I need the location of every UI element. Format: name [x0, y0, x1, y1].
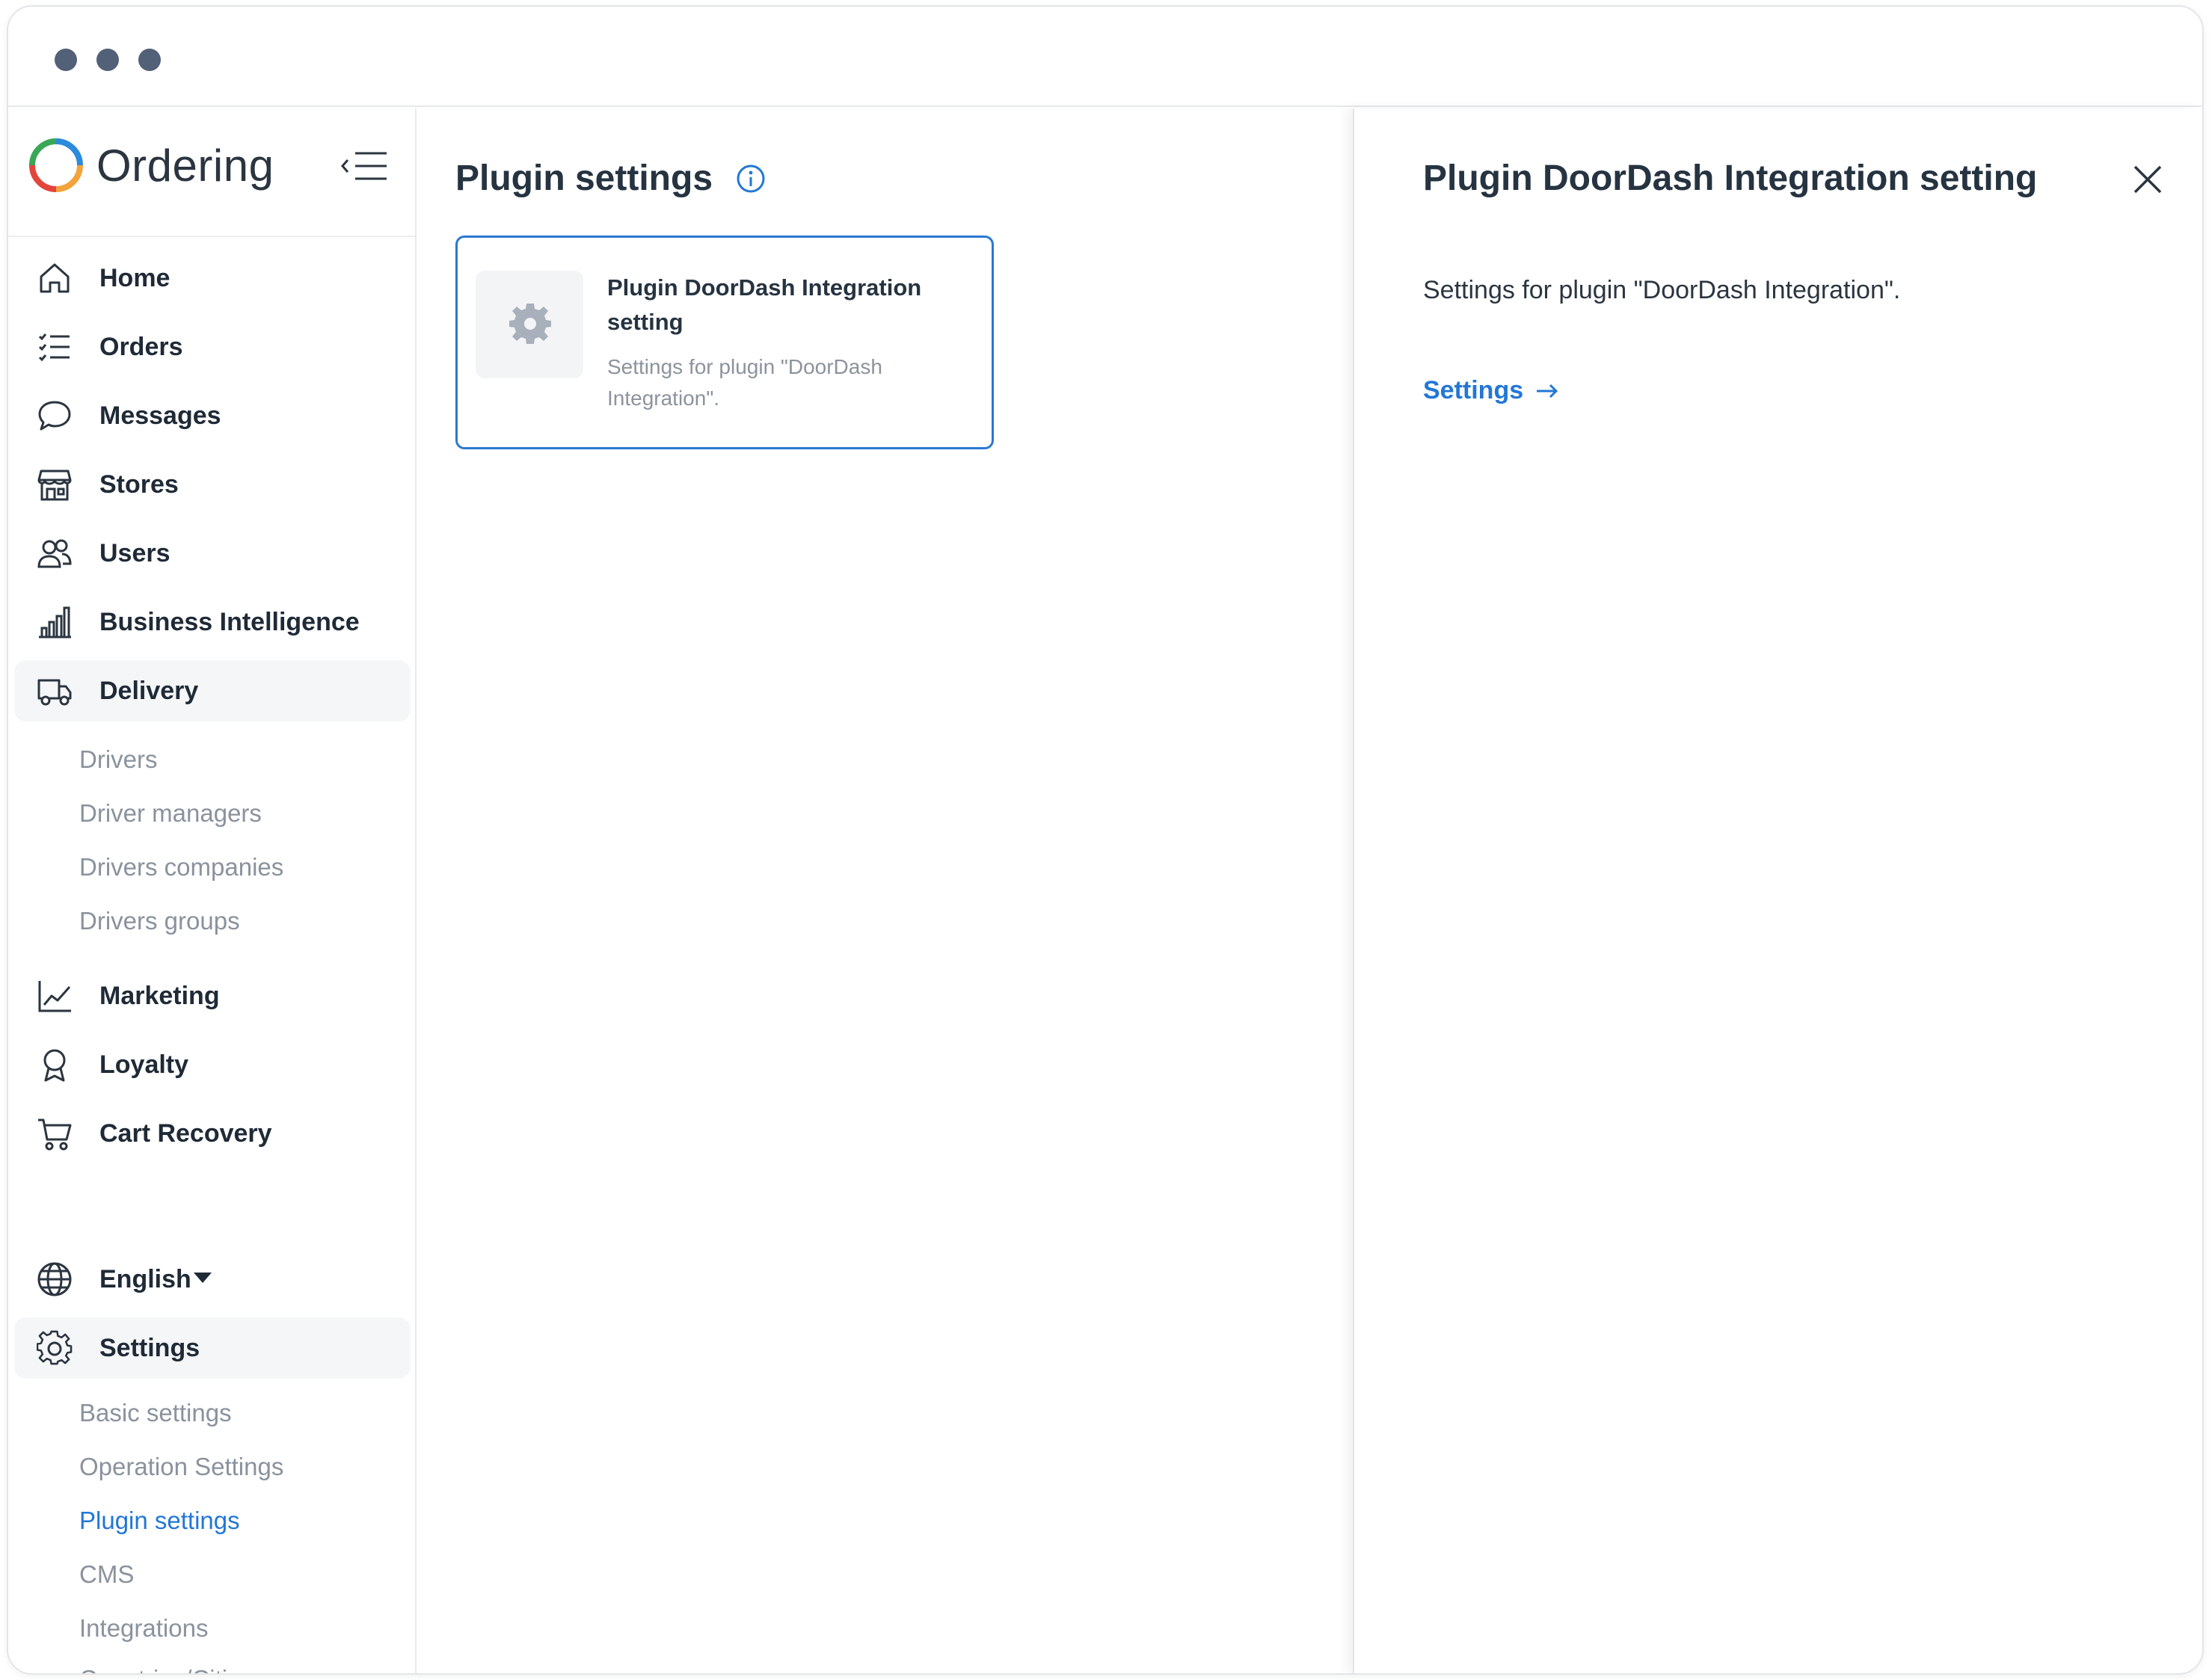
sidebar-divider	[8, 236, 415, 237]
panel-title: Plugin DoorDash Integration setting	[1423, 159, 2038, 198]
ordering-logo-icon	[29, 138, 83, 192]
users-icon	[37, 539, 72, 568]
sidebar-subitem-drivers[interactable]: Drivers	[79, 745, 158, 774]
chevron-down-icon	[194, 1273, 212, 1283]
line-chart-icon	[38, 981, 71, 1012]
sidebar-item-label: Stores	[99, 470, 179, 499]
window-close-dot[interactable]	[55, 49, 77, 71]
sidebar-subitem-operation-settings[interactable]: Operation Settings	[79, 1453, 283, 1481]
sidebar-subitem-integrations[interactable]: Integrations	[79, 1614, 208, 1643]
sidebar-subitem-driver-managers[interactable]: Driver managers	[79, 799, 262, 828]
title-bar	[8, 7, 2202, 107]
sidebar-item-orders[interactable]: Orders	[14, 316, 411, 378]
sidebar-subitem-cms[interactable]: CMS	[79, 1560, 134, 1589]
sidebar-item-label: Orders	[99, 332, 183, 361]
sidebar-subitem-drivers-groups[interactable]: Drivers groups	[79, 907, 240, 935]
arrow-right-icon	[1537, 384, 1558, 398]
sidebar-item-label: Marketing	[99, 981, 220, 1010]
sidebar-item-marketing[interactable]: Marketing	[14, 965, 411, 1027]
sidebar-item-home[interactable]: Home	[14, 247, 411, 309]
sidebar-item-stores[interactable]: Stores	[14, 454, 411, 515]
brand[interactable]: Ordering	[28, 135, 274, 195]
sidebar-item-users[interactable]: Users	[14, 523, 411, 584]
sidebar-item-label: Loyalty	[99, 1050, 189, 1079]
sidebar-subitem-plugin-settings[interactable]: Plugin settings	[79, 1507, 240, 1535]
sidebar-item-label: Users	[99, 538, 170, 567]
truck-icon	[37, 679, 72, 706]
info-icon[interactable]	[736, 164, 766, 194]
sidebar-subitem-basic-settings[interactable]: Basic settings	[79, 1399, 232, 1427]
sidebar-item-label: Home	[99, 263, 170, 292]
sidebar-item-messages[interactable]: Messages	[14, 385, 411, 446]
brand-name: Ordering	[96, 140, 274, 191]
sidebar-item-label: Business Intelligence	[99, 607, 360, 636]
sidebar: Ordering Home Orders Messages Stores Use…	[8, 108, 417, 1673]
storefront-icon	[37, 470, 72, 501]
collapse-sidebar-icon[interactable]	[340, 149, 388, 183]
close-icon[interactable]	[2130, 162, 2165, 197]
app-window: Ordering Home Orders Messages Stores Use…	[7, 5, 2204, 1675]
home-icon	[40, 263, 70, 293]
plugin-card-doordash[interactable]: Plugin DoorDash Integration setting Sett…	[455, 236, 994, 449]
sidebar-item-label: Cart Recovery	[99, 1119, 272, 1148]
language-selector[interactable]: English	[14, 1249, 411, 1310]
page-title: Plugin settings	[455, 159, 713, 198]
settings-link[interactable]: Settings	[1423, 376, 1559, 405]
main-content: Plugin settings Plugin DoorDash Integrat…	[418, 108, 1353, 1673]
globe-icon	[37, 1262, 72, 1296]
sidebar-item-business-intelligence[interactable]: Business Intelligence	[14, 591, 411, 653]
sidebar-item-cart-recovery[interactable]: Cart Recovery	[14, 1103, 411, 1164]
list-icon	[38, 333, 70, 362]
sidebar-item-label: Settings	[99, 1333, 200, 1362]
plugin-card-description: Settings for plugin "DoorDash Integratio…	[607, 355, 882, 410]
sidebar-item-label: Messages	[99, 401, 221, 430]
sidebar-item-delivery[interactable]: Delivery	[14, 660, 411, 721]
cart-icon	[38, 1119, 72, 1151]
language-label: English	[99, 1264, 191, 1293]
bar-chart-icon	[39, 606, 71, 639]
plugin-thumbnail	[476, 271, 583, 378]
sidebar-subitem-drivers-companies[interactable]: Drivers companies	[79, 853, 283, 881]
award-icon	[43, 1049, 66, 1082]
gear-icon	[37, 1330, 73, 1365]
settings-link-label: Settings	[1423, 376, 1524, 404]
window-maximize-dot[interactable]	[138, 49, 161, 71]
panel-description: Settings for plugin "DoorDash Integratio…	[1423, 276, 1901, 304]
window-minimize-dot[interactable]	[96, 49, 119, 71]
plugin-card-title: Plugin DoorDash Integration setting	[607, 274, 922, 335]
chat-bubble-icon	[38, 401, 71, 431]
sidebar-item-loyalty[interactable]: Loyalty	[14, 1034, 411, 1095]
sidebar-item-label: Delivery	[99, 676, 199, 705]
sidebar-subitem-countries-cities[interactable]: Countries/Cities	[79, 1665, 254, 1673]
plugin-detail-panel: Plugin DoorDash Integration setting Sett…	[1353, 108, 2202, 1673]
sidebar-item-settings[interactable]: Settings	[14, 1317, 411, 1379]
gear-icon	[509, 304, 551, 344]
